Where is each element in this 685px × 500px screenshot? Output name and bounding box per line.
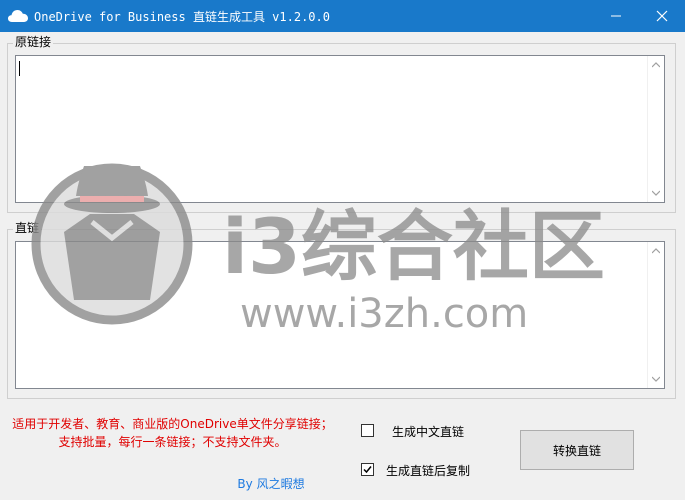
- check-icon: [363, 466, 372, 474]
- chinese-link-label[interactable]: 生成中文直链: [392, 423, 464, 440]
- chevron-up-icon[interactable]: [652, 62, 660, 68]
- direct-link-textarea[interactable]: [15, 241, 665, 389]
- minimize-icon: [611, 15, 621, 17]
- close-button[interactable]: [639, 0, 685, 32]
- direct-link-group: 直链: [7, 220, 676, 399]
- window-title: OneDrive for Business 直链生成工具 v1.2.0.0: [34, 10, 330, 24]
- source-scrollbar[interactable]: [647, 56, 664, 202]
- notice-line-2: 支持批量，每行一条链接；不支持文件夹。: [58, 435, 287, 449]
- convert-button[interactable]: 转换直链: [520, 430, 634, 470]
- notice-line-1: 适用于开发者、教育、商业版的OneDrive单文件分享链接；: [12, 417, 333, 431]
- direct-link-label: 直链: [13, 220, 42, 236]
- source-link-textarea[interactable]: [15, 55, 665, 203]
- close-icon: [656, 10, 668, 22]
- title-bar[interactable]: OneDrive for Business 直链生成工具 v1.2.0.0: [0, 0, 685, 32]
- onedrive-cloud-icon: [8, 10, 28, 22]
- chevron-up-icon[interactable]: [652, 248, 660, 254]
- source-link-label: 原链接: [13, 34, 54, 50]
- convert-button-label: 转换直链: [552, 443, 601, 458]
- source-link-group: 原链接: [7, 34, 676, 213]
- usage-notice: 适用于开发者、教育、商业版的OneDrive单文件分享链接； 支持批量，每行一条…: [0, 415, 345, 451]
- chevron-down-icon[interactable]: [652, 376, 660, 382]
- text-caret: [19, 61, 20, 76]
- author-link[interactable]: By 风之暇想: [0, 475, 542, 492]
- chinese-link-checkbox[interactable]: [361, 424, 374, 437]
- minimize-button[interactable]: [593, 0, 639, 32]
- direct-scrollbar[interactable]: [647, 242, 664, 388]
- chevron-down-icon[interactable]: [652, 190, 660, 196]
